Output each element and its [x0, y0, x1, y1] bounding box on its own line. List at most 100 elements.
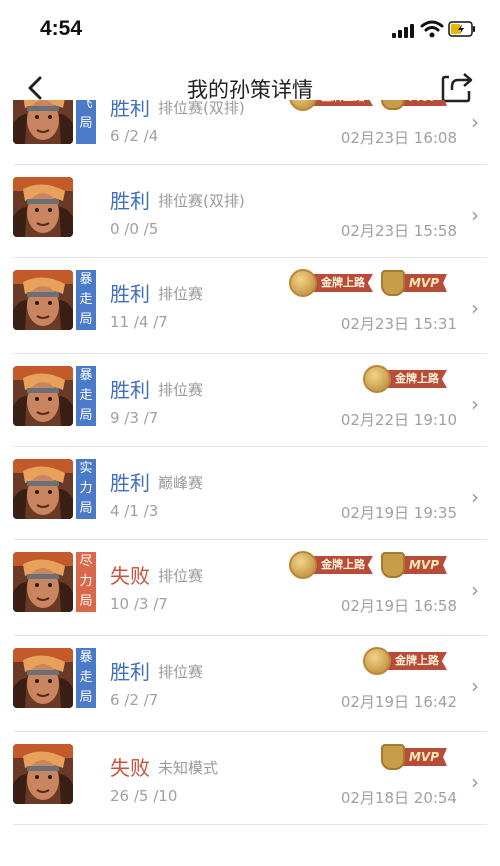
performance-tag: 实力局 — [76, 459, 96, 519]
game-mode: 排位赛(双排) — [158, 100, 245, 117]
gold-lane-badge-icon: 金牌上路 — [363, 647, 447, 675]
hero-avatar — [13, 459, 73, 519]
chevron-right-icon: › — [471, 674, 479, 698]
gold-lane-badge-icon: 金牌上路 — [363, 365, 447, 393]
gold-lane-label: 金牌上路 — [308, 556, 373, 574]
match-result: 失败 — [110, 564, 150, 588]
badge-group: 金牌上路 MVP — [288, 100, 447, 115]
mvp-label: MVP — [398, 274, 447, 292]
gold-lane-badge-icon: 金牌上路 — [288, 551, 373, 579]
medal-icon — [288, 551, 317, 579]
status-time: 4:54 — [40, 17, 83, 40]
game-mode: 排位赛(双排) — [158, 192, 245, 210]
game-mode: 排位赛 — [158, 567, 204, 585]
mvp-badge-icon: MVP — [380, 269, 447, 297]
gold-lane-label: 金牌上路 — [308, 100, 373, 106]
tag-char: 局 — [79, 690, 93, 705]
chevron-right-icon: › — [471, 203, 479, 227]
chevron-right-icon: › — [471, 770, 479, 794]
match-datetime: 02月22日 19:10 — [340, 411, 457, 429]
match-datetime: 02月23日 15:31 — [340, 315, 457, 333]
gold-lane-label: 金牌上路 — [383, 652, 447, 670]
status-bar: 4:54 — [0, 0, 500, 60]
game-mode: 排位赛 — [158, 285, 204, 303]
tag-char: 局 — [79, 501, 93, 516]
kda-stats: 26 /5 /10 — [110, 787, 178, 805]
hero-avatar — [13, 552, 73, 612]
mvp-label: MVP — [398, 100, 447, 106]
badge-group: 金牌上路 MVP — [288, 551, 447, 583]
hero-avatar — [13, 100, 73, 144]
match-datetime: 02月23日 16:08 — [340, 129, 457, 147]
match-row[interactable]: 实力局胜利 巅峰赛 4 /1 /3 02月19日 19:35 › — [13, 447, 487, 540]
tag-char: 飞 — [79, 100, 93, 111]
match-row[interactable]: 暴走局胜利 排位赛 9 /3 /7 02月22日 19:10 金牌上路 › — [13, 354, 487, 447]
match-result: 胜利 — [110, 471, 150, 495]
kda-stats: 0 /0 /5 — [110, 220, 159, 238]
kda-stats: 4 /1 /3 — [110, 502, 159, 520]
tag-char: 暴 — [79, 650, 93, 665]
game-mode: 排位赛 — [158, 663, 204, 681]
match-row[interactable]: 暴走局胜利 排位赛 6 /2 /7 02月19日 16:42 金牌上路 › — [13, 636, 487, 732]
game-mode: 排位赛 — [158, 381, 204, 399]
chevron-right-icon: › — [471, 296, 479, 320]
match-result: 胜利 — [110, 378, 150, 402]
tag-char: 局 — [79, 594, 93, 609]
match-row[interactable]: 尽力局失败 排位赛 10 /3 /7 02月19日 16:58 金牌上路 MVP › — [13, 540, 487, 636]
chevron-right-icon: › — [471, 485, 479, 509]
gold-lane-badge-icon: 金牌上路 — [288, 269, 373, 297]
match-result: 胜利 — [110, 100, 150, 120]
tag-char: 局 — [79, 408, 93, 423]
match-row[interactable]: 飞局胜利排位赛(双排)6 /2 /402月23日 16:08金牌上路MVP› — [13, 100, 487, 165]
trophy-icon — [380, 270, 405, 296]
chevron-right-icon: › — [471, 392, 479, 416]
badge-group: MVP — [380, 743, 447, 775]
chevron-right-icon: › — [471, 578, 479, 602]
share-button[interactable] — [440, 70, 474, 104]
chevron-right-icon: › — [471, 110, 479, 134]
tag-char: 局 — [79, 116, 93, 131]
trophy-icon — [380, 744, 405, 770]
kda-stats: 6 /2 /7 — [110, 691, 159, 709]
match-row[interactable]: 暴走局胜利 排位赛 11 /4 /7 02月23日 15:31 金牌上路 MVP › — [13, 258, 487, 354]
tag-char: 力 — [79, 481, 93, 496]
mvp-badge-icon: MVP — [380, 743, 447, 771]
tag-char: 走 — [79, 292, 93, 307]
match-row[interactable]: 失败 未知模式 26 /5 /10 02月18日 20:54 MVP › — [13, 732, 487, 825]
badge-group: 金牌上路 MVP — [288, 269, 447, 301]
match-datetime: 02月19日 19:35 — [340, 504, 457, 522]
match-result: 胜利 — [110, 189, 150, 213]
hero-avatar — [13, 744, 73, 804]
badge-group: 金牌上路 — [363, 365, 447, 397]
match-result: 胜利 — [110, 282, 150, 306]
kda-stats: 11 /4 /7 — [110, 313, 168, 331]
medal-icon — [363, 365, 391, 393]
cellular-signal-icon — [392, 22, 416, 38]
match-result: 胜利 — [110, 660, 150, 684]
medal-icon — [288, 100, 317, 111]
performance-tag: 暴走局 — [76, 270, 96, 330]
badge-group: 金牌上路 — [363, 647, 447, 679]
mvp-label: MVP — [398, 748, 447, 766]
gold-lane-label: 金牌上路 — [308, 274, 373, 292]
tag-char: 尽 — [79, 554, 93, 569]
hero-avatar — [13, 648, 73, 708]
tag-char: 局 — [79, 312, 93, 327]
trophy-icon — [380, 552, 405, 578]
tag-char: 实 — [79, 461, 93, 476]
medal-icon — [288, 269, 317, 297]
mvp-label: MVP — [398, 556, 447, 574]
tag-char: 暴 — [79, 272, 93, 287]
match-datetime: 02月19日 16:58 — [340, 597, 457, 615]
kda-stats: 9 /3 /7 — [110, 409, 159, 427]
gold-lane-badge-icon: 金牌上路 — [288, 100, 373, 111]
match-datetime: 02月18日 20:54 — [340, 789, 457, 807]
game-mode: 未知模式 — [158, 759, 219, 777]
tag-char: 走 — [79, 670, 93, 685]
game-mode: 巅峰赛 — [158, 474, 204, 492]
match-row[interactable]: 胜利 排位赛(双排) 0 /0 /5 02月23日 15:58 › — [13, 165, 487, 258]
match-datetime: 02月23日 15:58 — [340, 222, 457, 240]
tag-char: 暴 — [79, 368, 93, 383]
performance-tag: 尽力局 — [76, 552, 96, 612]
gold-lane-label: 金牌上路 — [383, 370, 447, 388]
